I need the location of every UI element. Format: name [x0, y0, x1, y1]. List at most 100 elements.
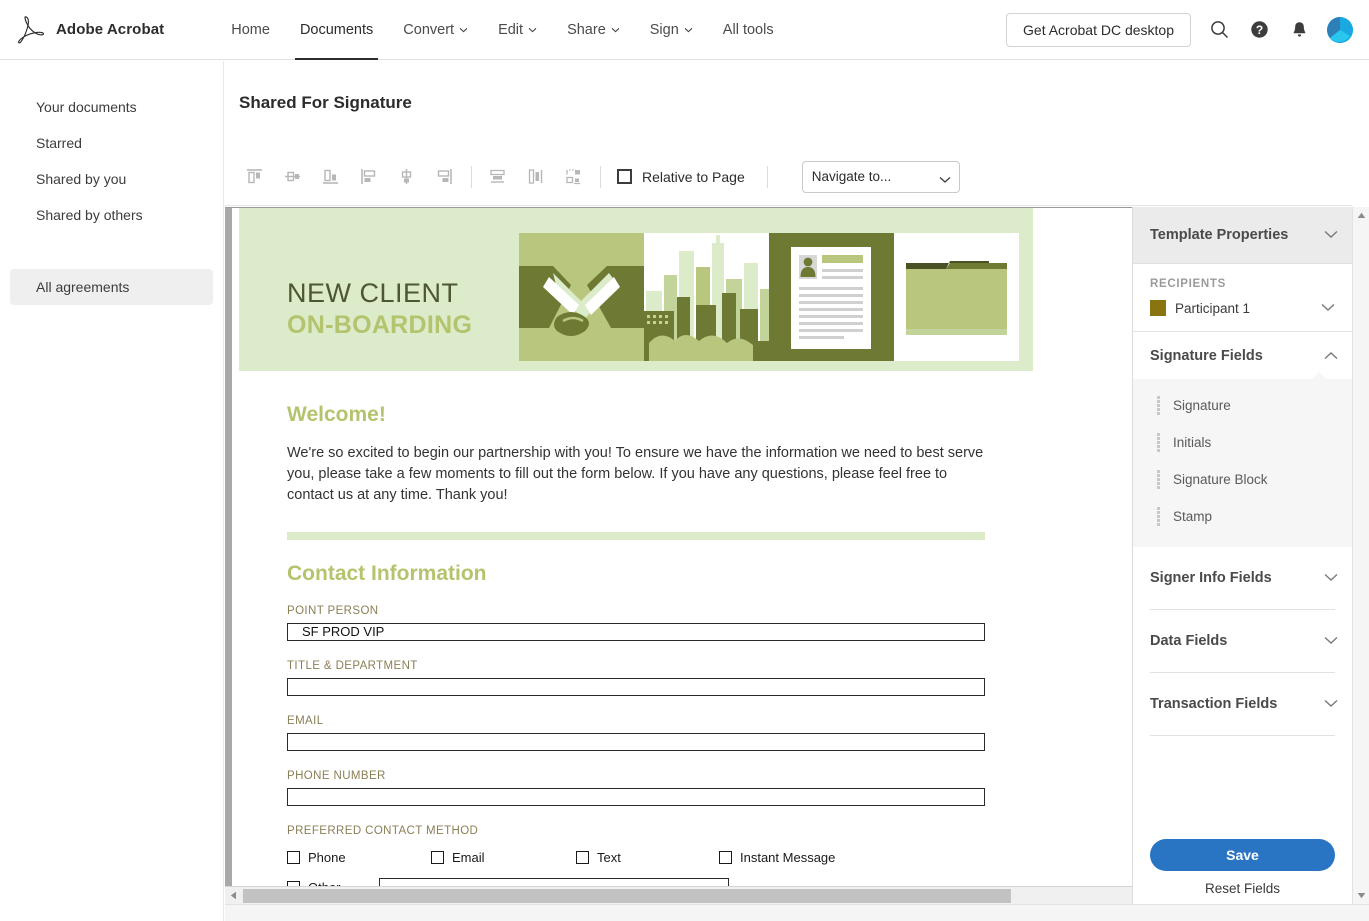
sidebar-item-label: Shared by others — [36, 207, 143, 223]
section-data-fields: Data Fields — [1133, 610, 1352, 673]
field-alignment-toolbar: Relative to Page Navigate to... — [225, 148, 1352, 206]
align-top-icon[interactable] — [239, 162, 269, 192]
template-properties-header[interactable]: Template Properties — [1133, 207, 1352, 264]
nav-item-home[interactable]: Home — [216, 0, 285, 60]
recipients-label: RECIPIENTS — [1150, 278, 1227, 290]
sidebar-item-shared-by-you[interactable]: Shared by you — [10, 161, 213, 197]
toolbar-divider — [766, 165, 768, 188]
checkbox-instant-message[interactable]: Instant Message — [719, 850, 835, 865]
main-navigation: Home Documents Convert Edit Share Sign A… — [216, 0, 788, 60]
folder-illustration — [894, 233, 1019, 361]
field-signature[interactable]: Signature — [1133, 387, 1352, 424]
sidebar-item-starred[interactable]: Starred — [10, 125, 213, 161]
checkbox-phone[interactable]: Phone — [287, 850, 431, 865]
field-label-phone-number: PHONE NUMBER — [287, 770, 386, 782]
field-input-other-contact[interactable] — [379, 878, 729, 886]
toolbar-divider — [471, 165, 472, 188]
nav-item-share[interactable]: Share — [552, 0, 635, 60]
nav-item-sign[interactable]: Sign — [635, 0, 708, 60]
relative-to-page-checkbox[interactable]: Relative to Page — [617, 169, 745, 185]
field-stamp[interactable]: Stamp — [1133, 498, 1352, 535]
section-title: Data Fields — [1150, 633, 1228, 649]
reset-fields-link[interactable]: Reset Fields — [1150, 881, 1335, 896]
chevron-up-icon — [1324, 347, 1338, 365]
field-initials[interactable]: Initials — [1133, 424, 1352, 461]
scroll-up-arrow-icon[interactable] — [1353, 207, 1369, 224]
checkbox-text[interactable]: Text — [576, 850, 719, 865]
window-vertical-scrollbar[interactable] — [1352, 207, 1369, 904]
top-header-bar: Adobe Acrobat Home Documents Convert Edi… — [0, 0, 1369, 60]
chevron-down-icon — [528, 27, 537, 33]
brand[interactable]: Adobe Acrobat — [18, 15, 164, 45]
field-signature-block[interactable]: Signature Block — [1133, 461, 1352, 498]
section-header-data-fields[interactable]: Data Fields — [1133, 610, 1352, 672]
checkbox-email[interactable]: Email — [431, 850, 576, 865]
template-properties-panel: Template Properties RECIPIENTS Participa… — [1132, 207, 1352, 904]
nav-item-convert[interactable]: Convert — [388, 0, 483, 60]
navigate-to-select[interactable]: Navigate to... — [801, 160, 960, 193]
field-label-email: EMAIL — [287, 715, 324, 727]
distribute-vertical-icon[interactable] — [482, 162, 512, 192]
save-button[interactable]: Save — [1150, 839, 1335, 871]
align-bottom-icon[interactable] — [315, 162, 345, 192]
align-center-icon[interactable] — [391, 162, 421, 192]
recipients-section: RECIPIENTS Participant 1 — [1133, 264, 1352, 332]
scroll-down-arrow-icon[interactable] — [1353, 887, 1369, 904]
nav-item-all-tools[interactable]: All tools — [708, 0, 789, 60]
sidebar-item-label: All agreements — [36, 279, 130, 295]
sidebar-item-your-documents[interactable]: Your documents — [10, 89, 213, 125]
align-middle-icon[interactable] — [277, 162, 307, 192]
handshake-illustration — [519, 233, 644, 361]
nav-item-edit[interactable]: Edit — [483, 0, 552, 60]
field-label: Initials — [1173, 435, 1212, 450]
match-size-icon[interactable] — [558, 162, 588, 192]
preferred-contact-options-row: Phone Email Text Instant Message — [287, 850, 985, 865]
field-input-title-department[interactable] — [287, 678, 985, 696]
nav-label: Share — [567, 21, 606, 38]
section-header-signature-fields[interactable]: Signature Fields — [1133, 332, 1352, 379]
scroll-left-arrow-icon[interactable] — [225, 887, 242, 904]
sidebar-item-shared-by-others[interactable]: Shared by others — [10, 197, 213, 233]
field-input-point-person[interactable]: SF PROD VIP — [287, 623, 985, 641]
sidebar-item-label: Shared by you — [36, 171, 127, 187]
nav-item-documents[interactable]: Documents — [285, 0, 388, 60]
nav-label: Sign — [649, 21, 679, 38]
section-header-transaction-fields[interactable]: Transaction Fields — [1133, 673, 1352, 735]
adobe-acrobat-logo-icon — [18, 15, 44, 45]
document-hscrollbar-thumb[interactable] — [243, 889, 1011, 903]
nav-label: All tools — [722, 21, 774, 38]
user-avatar[interactable] — [1327, 16, 1353, 43]
field-input-email[interactable] — [287, 733, 985, 751]
help-icon[interactable]: ? — [1247, 18, 1271, 42]
sidebar-item-label: Starred — [36, 135, 82, 151]
page-title: Shared For Signature — [239, 93, 412, 112]
distribute-horizontal-icon[interactable] — [520, 162, 550, 192]
nav-label: Home — [231, 21, 270, 38]
left-sidebar: Your documents Starred Shared by you Sha… — [0, 61, 224, 921]
align-right-icon[interactable] — [429, 162, 459, 192]
welcome-heading: Welcome! — [287, 403, 386, 426]
drag-handle-icon[interactable] — [1157, 396, 1160, 415]
drag-handle-icon[interactable] — [1157, 433, 1160, 452]
window-horizontal-scrollbar[interactable] — [225, 904, 1369, 921]
svg-text:?: ? — [1255, 23, 1262, 37]
search-icon[interactable] — [1207, 18, 1231, 42]
section-header-signer-info-fields[interactable]: Signer Info Fields — [1133, 547, 1352, 609]
notifications-icon[interactable] — [1287, 18, 1311, 42]
field-input-phone-number[interactable] — [287, 788, 985, 806]
get-acrobat-desktop-button[interactable]: Get Acrobat DC desktop — [1006, 12, 1191, 47]
sidebar-item-all-agreements[interactable]: All agreements — [10, 269, 213, 305]
align-left-icon[interactable] — [353, 162, 383, 192]
field-label-title-department: TITLE & DEPARTMENT — [287, 660, 418, 672]
navigate-to-dropdown-wrap: Navigate to... — [801, 160, 960, 193]
sidebar-item-label: Your documents — [36, 99, 137, 115]
chevron-down-icon — [1324, 695, 1338, 713]
chevron-down-icon — [1324, 569, 1338, 587]
drag-handle-icon[interactable] — [1157, 507, 1160, 526]
document-page: NEW CLIENT ON-BOARDING Welcome! We're so… — [239, 208, 1033, 886]
section-transaction-fields: Transaction Fields — [1133, 673, 1352, 736]
welcome-paragraph: We're so excited to begin our partnershi… — [287, 445, 984, 503]
drag-handle-icon[interactable] — [1157, 470, 1160, 489]
recipient-participant-1[interactable]: Participant 1 — [1150, 299, 1335, 317]
document-body: Welcome! We're so excited to begin our p… — [239, 371, 1033, 886]
